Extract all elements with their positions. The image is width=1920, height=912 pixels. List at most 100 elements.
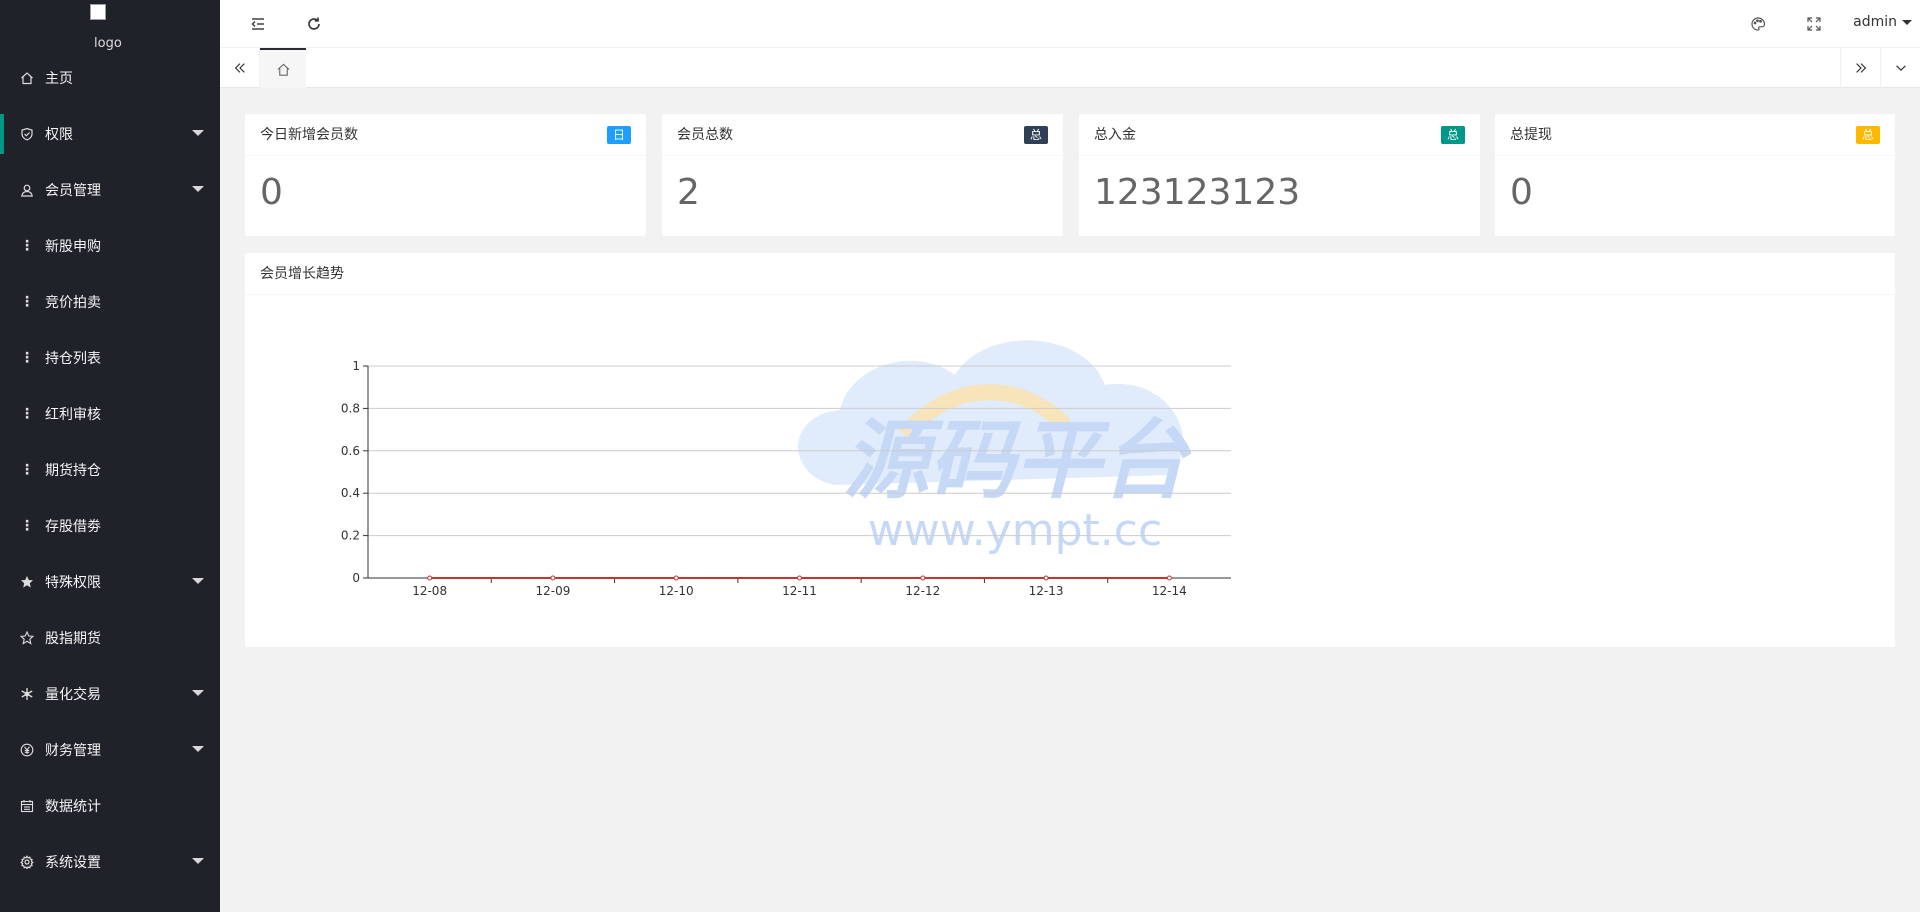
stat-value: 0: [1510, 172, 1533, 213]
snowflake-icon: [20, 687, 34, 701]
caret-down-icon: [1902, 19, 1912, 25]
sidebar-item-label: 特殊权限: [45, 575, 101, 591]
caret-down-icon: [192, 130, 204, 136]
sidebar-item-label: 数据统计: [45, 799, 101, 815]
sidebar-item-label: 红利审核: [45, 407, 101, 423]
fullscreen-button[interactable]: [1800, 10, 1828, 38]
sidebar-item-7[interactable]: ⋮ 红利审核: [0, 386, 220, 442]
sidebar-item-6[interactable]: ⋮ 持仓列表: [0, 330, 220, 386]
dots-icon: ⋮: [20, 518, 34, 534]
sidebar-item-1[interactable]: 主页: [0, 50, 220, 106]
sidebar-item-2[interactable]: 权限: [0, 106, 220, 162]
sidebar-item-label: 新股申购: [45, 239, 101, 255]
member-growth-chart: 0 0.2 0.4 0.6 0.8 1 12-08 12-09 12-10 12-11 12-12 1…: [341, 359, 1231, 598]
logo-alt-text: logo: [94, 36, 122, 50]
tabs-scroll-right-button[interactable]: [1840, 48, 1880, 88]
data-point: [673, 575, 679, 581]
home-icon: [20, 71, 34, 85]
chart-panel-header: 会员增长趋势: [245, 253, 1895, 295]
stat-card-header: 总入金 总: [1079, 114, 1480, 156]
y-tick-label: 0.2: [341, 529, 360, 543]
x-tick-label: 12-14: [1152, 584, 1187, 598]
stat-badge: 总: [1855, 126, 1880, 144]
stat-title: 总入金: [1094, 127, 1136, 143]
data-point: [797, 575, 802, 581]
y-tick-label: 0.8: [341, 401, 360, 415]
sidebar-item-label: 量化交易: [45, 687, 101, 703]
stat-badge: 总: [1023, 126, 1048, 144]
y-tick-label: 0.4: [341, 486, 360, 500]
data-point: [1043, 575, 1049, 581]
indent-icon: [251, 18, 264, 30]
toggle-menu-button[interactable]: [244, 10, 272, 38]
data-point: [427, 575, 433, 581]
sidebar-item-13[interactable]: 财务管理: [0, 722, 220, 778]
yen-icon: [20, 743, 34, 757]
theme-button[interactable]: [1744, 10, 1772, 38]
stat-value: 123123123: [1094, 172, 1301, 213]
sidebar-item-10[interactable]: 特殊权限: [0, 554, 220, 610]
x-tick-label: 12-10: [659, 584, 694, 598]
chevron-down-icon: [1895, 65, 1906, 72]
tabs-scroll-left-button[interactable]: [220, 48, 260, 88]
fullscreen-icon: [1807, 17, 1821, 31]
sidebar-item-label: 权限: [45, 127, 73, 143]
star-outline-icon: [20, 631, 34, 645]
user-menu[interactable]: admin: [1853, 14, 1912, 30]
sidebar-item-15[interactable]: 系统设置: [0, 834, 220, 890]
stat-card-total-withdraw: 总提现 总 0: [1495, 114, 1895, 236]
y-tick-label: 0: [352, 571, 360, 585]
sidebar-item-11[interactable]: 股指期货: [0, 610, 220, 666]
tabs-bar: [220, 48, 1920, 88]
sidebar-item-label: 主页: [45, 71, 73, 87]
sidebar-item-9[interactable]: ⋮ 存股借劵: [0, 498, 220, 554]
sidebar-item-label: 竞价拍卖: [45, 295, 101, 311]
sidebar-item-5[interactable]: ⋮ 竞价拍卖: [0, 274, 220, 330]
stat-card-total-deposit: 总入金 总 123123123: [1079, 114, 1480, 236]
top-header: admin: [220, 0, 1920, 48]
member-growth-panel: 会员增长趋势 源码平台 www.ympt.cc 0 0.2 0.4 0.6 0.8 1 12…: [245, 253, 1895, 647]
y-tick-label: 1: [352, 359, 360, 373]
stat-badge: 日: [606, 126, 631, 144]
double-chevron-right-icon: [1855, 63, 1866, 73]
sidebar-item-label: 系统设置: [45, 855, 101, 871]
sidebar-item-12[interactable]: 量化交易: [0, 666, 220, 722]
stat-card-header: 今日新增会员数 日: [245, 114, 646, 156]
data-point: [550, 575, 556, 581]
stat-card-header: 会员总数 总: [662, 114, 1063, 156]
refresh-button[interactable]: [300, 10, 328, 38]
tab-home[interactable]: [260, 48, 306, 88]
sidebar-item-label: 会员管理: [45, 183, 101, 199]
shield-icon: [20, 127, 34, 141]
dots-icon: ⋮: [20, 294, 34, 310]
caret-down-icon: [192, 186, 204, 192]
gear-icon: [20, 855, 34, 869]
chart-area: 源码平台 www.ympt.cc 0 0.2 0.4 0.6 0.8 1 12-08 12-0…: [245, 295, 1895, 649]
home-icon: [276, 63, 290, 76]
calendar-icon: [20, 799, 34, 813]
caret-down-icon: [192, 858, 204, 864]
x-tick-label: 12-13: [1029, 584, 1064, 598]
sidebar-item-14[interactable]: 数据统计: [0, 778, 220, 834]
sidebar-item-4[interactable]: ⋮ 新股申购: [0, 218, 220, 274]
sidebar-item-3[interactable]: 会员管理: [0, 162, 220, 218]
logo[interactable]: logo: [0, 0, 220, 50]
sidebar-item-label: 持仓列表: [45, 351, 101, 367]
sidebar-item-8[interactable]: ⋮ 期货持仓: [0, 442, 220, 498]
caret-down-icon: [192, 690, 204, 696]
tabs-menu-button[interactable]: [1880, 48, 1920, 88]
stat-title: 会员总数: [677, 127, 733, 143]
stat-card-new-members: 今日新增会员数 日 0: [245, 114, 646, 236]
palette-icon: [1751, 17, 1766, 31]
dots-icon: ⋮: [20, 462, 34, 478]
broken-image-icon: [90, 4, 106, 20]
star-filled-icon: [20, 575, 34, 589]
sidebar-item-label: 存股借劵: [45, 519, 101, 535]
stat-card-header: 总提现 总: [1495, 114, 1895, 156]
chart-panel-title: 会员增长趋势: [260, 266, 344, 282]
y-tick-label: 0.6: [341, 444, 360, 458]
stat-value: 2: [677, 172, 700, 213]
caret-down-icon: [192, 746, 204, 752]
data-point: [1166, 575, 1172, 581]
dots-icon: ⋮: [20, 238, 34, 254]
